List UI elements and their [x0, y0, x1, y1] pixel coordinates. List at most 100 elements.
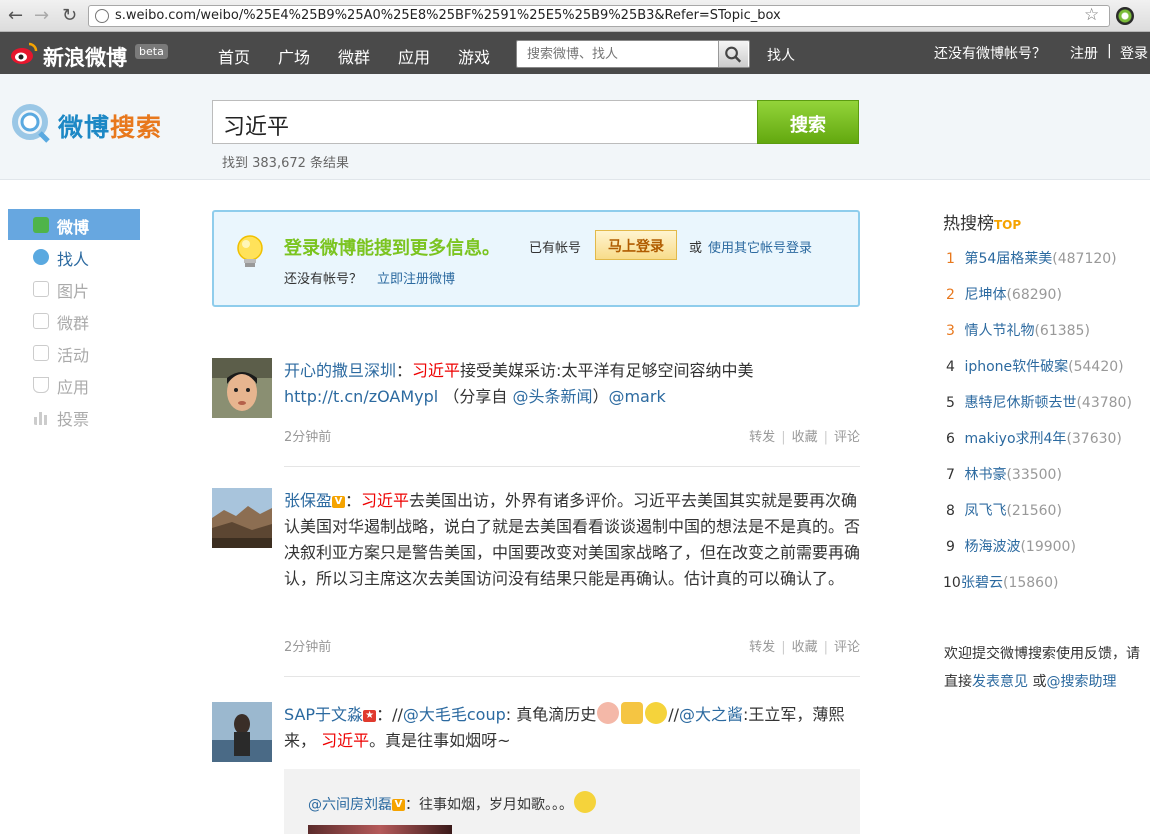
have-account-label: 已有帐号 — [529, 241, 582, 256]
hot-search-item[interactable]: 6 makiyo求刑4年(37630) — [946, 428, 1122, 448]
short-link[interactable]: http://t.cn/zOAMypl — [284, 387, 438, 406]
verified-badge: V — [392, 799, 405, 811]
sidebar-item-label: 图片 — [57, 282, 90, 301]
no-account-label: 还没有帐号？ — [284, 272, 363, 287]
login-prompt-title: 登录微博能搜到更多信息。 — [284, 238, 500, 259]
extension-icon[interactable] — [1116, 7, 1134, 25]
result-count: 找到 383,672 条结果 — [222, 156, 350, 171]
nav-home[interactable]: 首页 — [218, 44, 250, 68]
mention-link[interactable]: @六间房刘磊 — [308, 797, 392, 813]
forward-arrow-icon[interactable]: → — [34, 6, 49, 26]
nav-search-box — [516, 40, 750, 68]
sidebar-item-label: 投票 — [57, 410, 90, 429]
beta-badge: beta — [135, 44, 168, 59]
hot-search-item[interactable]: 1 第54届格莱美(487120) — [946, 248, 1117, 268]
search-header: 微博搜索 习近平 搜索 找到 383,672 条结果 — [0, 74, 1150, 180]
register-link[interactable]: 注册 — [1070, 43, 1098, 63]
sidebar-item-label: 微博 — [57, 218, 90, 237]
mention-link[interactable]: @大毛毛coup — [403, 705, 506, 724]
sidebar-item-weibo[interactable]: 微博 — [8, 209, 140, 240]
login-link[interactable]: 登录 — [1120, 43, 1148, 63]
repost-box: @六间房刘磊 V ：往事如烟，岁月如歌。。。 — [284, 769, 860, 834]
thinking-emoji-icon — [574, 791, 596, 813]
globe-icon — [95, 9, 109, 23]
divider — [284, 676, 860, 677]
sidebar-item-people[interactable]: 找人 — [8, 241, 140, 272]
favorite-button[interactable]: 收藏 — [792, 640, 818, 655]
divider — [284, 466, 860, 467]
hot-search-item[interactable]: 4 iphone软件破案(54420) — [946, 356, 1124, 376]
keyword-highlight: 习近平 — [321, 731, 370, 750]
nav-apps[interactable]: 应用 — [398, 44, 430, 68]
repost-button[interactable]: 转发 — [749, 430, 775, 445]
face-emoji-icon — [645, 702, 668, 724]
login-now-button[interactable]: 马上登录 — [595, 230, 677, 260]
weibo-logo-text[interactable]: 新浪微博 — [43, 42, 127, 72]
star-badge: ★ — [363, 710, 377, 722]
avatar[interactable] — [212, 488, 272, 548]
hot-search-item[interactable]: 8 凤飞飞(21560) — [946, 500, 1062, 520]
weibo-search-logo-text: 微博搜索 — [58, 113, 163, 142]
hot-search-item[interactable]: 5 惠特尼休斯顿去世(43780) — [946, 392, 1132, 412]
post-actions: 转发 | 收藏 | 评论 — [749, 640, 860, 655]
sidebar-item-groups[interactable]: 微群 — [8, 305, 140, 336]
weibo-top-nav: 新浪微博 beta 首页 广场 微群 应用 游戏 找人 还没有微博帐号？ 注册 … — [0, 32, 1150, 74]
hot-search-item[interactable]: 10张碧云(15860) — [943, 572, 1058, 592]
post-author[interactable]: SAP于文淼 — [284, 705, 363, 724]
register-now-link[interactable]: 立即注册微博 — [377, 268, 455, 287]
weibo-logo-icon[interactable] — [10, 41, 38, 65]
post-timestamp[interactable]: 2分钟前 — [284, 426, 331, 445]
post-text: 张保盈 V ：习近平去美国出访，外界有诸多评价。习近平去美国其实就是要再次确认美国对… — [284, 491, 861, 588]
address-bar[interactable]: s.weibo.com/weibo/%25E4%25B9%25A0%25E8%2… — [88, 5, 1110, 27]
nav-search-input[interactable] — [517, 41, 717, 67]
repost-button[interactable]: 转发 — [749, 640, 775, 655]
search-button[interactable]: 搜索 — [757, 100, 859, 144]
nav-find-people[interactable]: 找人 — [767, 45, 795, 65]
mention-link[interactable]: @头条新闻 — [512, 387, 592, 406]
flask-icon — [33, 377, 49, 393]
back-arrow-icon[interactable]: ← — [8, 6, 23, 26]
sidebar-item-vote[interactable]: 投票 — [8, 401, 140, 432]
post-item: SAP于文淼 ★ ：//@大毛毛coup: 真龟滴历史//@大之酱:王立军，薄熙来，… — [212, 702, 860, 762]
feedback-link[interactable]: 发表意见 — [972, 674, 1028, 690]
post-text: 开心的撒旦深圳：习近平接受美媒采访:太平洋有足够空间容纳中美 http://t.… — [284, 361, 754, 406]
feedback-note: 欢迎提交微博搜索使用反馈，请直接发表意见 或@搜索助理 — [944, 646, 1140, 690]
hot-search-item[interactable]: 7 林书豪(33500) — [946, 464, 1062, 484]
search-icon[interactable] — [718, 41, 748, 67]
browser-toolbar: ← → ↻ s.weibo.com/weibo/%25E4%25B9%25A0%… — [0, 0, 1150, 32]
sidebar-item-label: 活动 — [57, 346, 90, 365]
nav-games[interactable]: 游戏 — [458, 44, 490, 68]
avatar[interactable] — [212, 702, 272, 762]
mention-link[interactable]: @大之酱 — [679, 705, 743, 724]
repost-image-thumbnail[interactable] — [308, 825, 452, 834]
weibo-search-logo-icon — [12, 104, 50, 143]
post-author[interactable]: 张保盈 — [284, 491, 332, 510]
nav-divider: | — [1107, 43, 1112, 59]
sidebar-item-images[interactable]: 图片 — [8, 273, 140, 304]
post-item: 开心的撒旦深圳：习近平接受美媒采访:太平洋有足够空间容纳中美 http://t.… — [212, 358, 860, 458]
nav-square[interactable]: 广场 — [278, 44, 310, 68]
hot-search-item[interactable]: 9 杨海波波(19900) — [946, 536, 1076, 556]
hot-search-item[interactable]: 3 情人节礼物(61385) — [946, 320, 1090, 340]
post-actions: 转发 | 收藏 | 评论 — [749, 430, 860, 445]
post-timestamp[interactable]: 2分钟前 — [284, 636, 331, 655]
search-assistant-link[interactable]: @搜索助理 — [1046, 674, 1116, 690]
nav-groups[interactable]: 微群 — [338, 44, 370, 68]
bookmark-star-icon[interactable]: ☆ — [1084, 5, 1099, 25]
other-account-login-link[interactable]: 使用其它帐号登录 — [708, 237, 812, 256]
favorite-button[interactable]: 收藏 — [792, 430, 818, 445]
hot-search-title: 热搜榜TOP — [943, 214, 1022, 234]
hot-search-item[interactable]: 2 尼坤体(68290) — [946, 284, 1062, 304]
comment-button[interactable]: 评论 — [834, 430, 860, 445]
comment-button[interactable]: 评论 — [834, 640, 860, 655]
mention-link[interactable]: @mark — [608, 387, 665, 406]
or-label: 或 — [689, 241, 703, 256]
reload-icon[interactable]: ↻ — [62, 6, 77, 26]
no-account-text: 还没有微博帐号？ — [934, 46, 1046, 62]
sidebar-item-apps[interactable]: 应用 — [8, 369, 140, 400]
sidebar-item-activity[interactable]: 活动 — [8, 337, 140, 368]
post-author[interactable]: 开心的撒旦深圳 — [284, 361, 396, 380]
main-search-input[interactable]: 习近平 — [212, 100, 758, 144]
post-text: SAP于文淼 ★ ：//@大毛毛coup: 真龟滴历史//@大之酱:王立军，薄熙来，… — [284, 702, 860, 754]
avatar[interactable] — [212, 358, 272, 418]
